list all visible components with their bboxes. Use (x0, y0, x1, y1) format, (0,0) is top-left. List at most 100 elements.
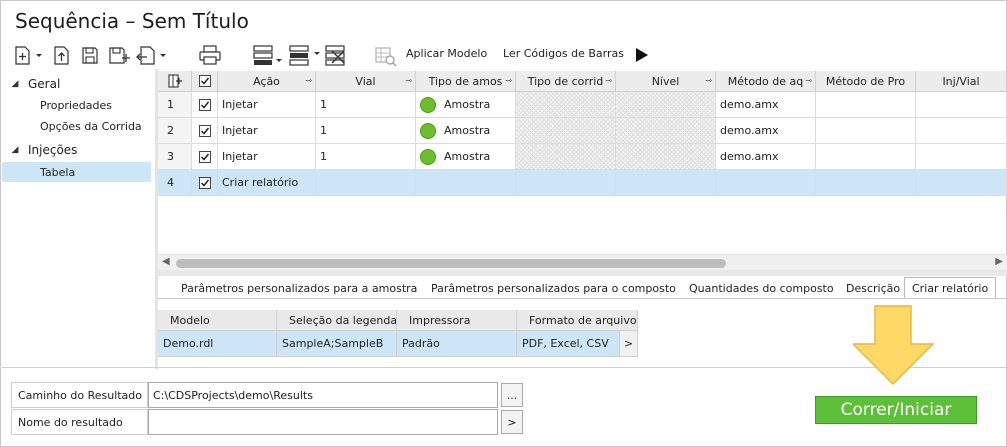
row-enabled-checkbox[interactable] (192, 144, 218, 170)
export-menu-button[interactable] (135, 43, 169, 67)
cell-processing-method[interactable] (816, 92, 916, 118)
delete-row-button[interactable] (323, 43, 349, 67)
cell-acquisition-method[interactable]: demo.amx (716, 144, 816, 170)
cell-processing-method[interactable] (816, 118, 916, 144)
tab-compound-quantities[interactable]: Quantidades do composto (689, 277, 834, 299)
pin-icon[interactable]: ⊸ (605, 76, 612, 85)
column-header-metodo-de-aquisicao[interactable]: Método de aq ⊸ (716, 71, 816, 92)
column-header-metodo-de-processamento[interactable]: Método de Pro (816, 71, 916, 92)
save-as-button[interactable] (107, 43, 131, 67)
nav-item-tabela[interactable]: Tabela (2, 162, 151, 182)
cell-acquisition-method[interactable] (716, 170, 816, 196)
column-header-formato-arquivo[interactable]: Formato de arquivo (517, 310, 638, 331)
tab-compound-custom-params[interactable]: Parâmetros personalizados para o compost… (431, 277, 676, 299)
cell-acquisition-method[interactable]: demo.amx (716, 118, 816, 144)
column-header-nivel[interactable]: Nível ⊸ (616, 71, 716, 92)
pin-icon[interactable]: ⊸ (705, 76, 712, 85)
cell-action[interactable]: Criar relatório (218, 170, 316, 196)
nav-group-geral[interactable]: ◢ Geral (2, 74, 155, 94)
scroll-left-icon[interactable]: ◀ (162, 256, 170, 267)
pin-icon[interactable]: ⊸ (405, 76, 412, 85)
tab-description[interactable]: Descrição (846, 277, 900, 299)
column-header-inj-vial[interactable]: Inj/Vial (916, 71, 1007, 92)
cell-acquisition-method[interactable]: demo.amx (716, 92, 816, 118)
cell-vial[interactable] (316, 170, 416, 196)
scroll-right-icon[interactable]: ▶ (995, 256, 1003, 267)
row-enabled-checkbox[interactable] (192, 92, 218, 118)
column-chooser-button[interactable] (158, 71, 192, 92)
open-button[interactable] (51, 43, 73, 67)
checkbox[interactable] (199, 98, 211, 111)
new-menu-button[interactable] (13, 43, 45, 67)
column-header-selecao-legenda[interactable]: Seleção da legenda (277, 310, 397, 331)
cell-file-format[interactable]: PDF, Excel, CSV (517, 331, 620, 357)
checkbox[interactable] (198, 75, 211, 87)
column-header-impressora[interactable]: Impressora (397, 310, 517, 331)
cell-inj-vial[interactable] (916, 144, 1007, 170)
tab-create-report[interactable]: Criar relatório (904, 277, 997, 299)
sample-type-label: Amostra (444, 124, 491, 137)
column-header-vial[interactable]: Vial ⊸ (316, 71, 416, 92)
checkbox[interactable] (199, 124, 211, 137)
cell-sample-type[interactable]: Amostra (416, 144, 516, 170)
cell-sample-type[interactable] (416, 170, 516, 196)
horizontal-scrollbar[interactable]: ◀ ▶ (158, 254, 1007, 270)
save-button[interactable] (79, 43, 101, 67)
column-header-tipo-de-amostra[interactable]: Tipo de amos ⊸ (416, 71, 516, 92)
checkbox[interactable] (199, 176, 211, 189)
pin-icon[interactable]: ⊸ (505, 76, 512, 85)
cell-processing-method[interactable] (816, 144, 916, 170)
result-name-input[interactable] (148, 409, 498, 435)
cell-inj-vial[interactable] (916, 170, 1007, 196)
run-play-button[interactable] (631, 43, 651, 67)
horizontal-splitter[interactable] (158, 270, 1007, 276)
apply-template-button[interactable]: Aplicar Modelo (406, 47, 487, 60)
collapse-triangle-icon[interactable]: ◢ (2, 145, 28, 155)
checkbox[interactable] (199, 150, 211, 163)
cell-inj-vial[interactable] (916, 92, 1007, 118)
cell-sample-type[interactable]: Amostra (416, 92, 516, 118)
table-row[interactable]: 2 Injetar 1 Amostra demo.amx (158, 118, 1007, 144)
nav-item-opcoes-da-corrida[interactable]: Opções da Corrida (2, 116, 151, 136)
column-header-acao[interactable]: Ação ⊸ (218, 71, 316, 92)
cell-vial[interactable]: 1 (316, 92, 416, 118)
file-format-more-button[interactable]: > (620, 331, 638, 357)
column-header-modelo[interactable]: Modelo (158, 310, 277, 331)
cell-sample-type[interactable]: Amostra (416, 118, 516, 144)
apply-template-icon-button[interactable] (371, 43, 399, 67)
row-enabled-checkbox[interactable] (192, 170, 218, 196)
run-start-button[interactable]: Correr/Iniciar (815, 396, 977, 424)
cell-inj-vial[interactable] (916, 118, 1007, 144)
result-path-input[interactable]: C:\CDSProjects\demo\Results (148, 382, 498, 408)
browse-button[interactable]: ... (501, 383, 523, 407)
cell-action[interactable]: Injetar (218, 118, 316, 144)
read-barcodes-button[interactable]: Ler Códigos de Barras (503, 47, 624, 60)
table-row-selected[interactable]: 4 Criar relatório (158, 170, 1007, 196)
cell-action[interactable]: Injetar (218, 144, 316, 170)
cell-vial[interactable]: 1 (316, 118, 416, 144)
insert-row-below-button[interactable] (287, 43, 325, 67)
nav-group-injecoes[interactable]: ◢ Injeções (2, 140, 155, 160)
table-row[interactable]: 3 Injetar 1 Amostra demo.amx (158, 144, 1007, 170)
report-table-row[interactable]: Demo.rdl SampleA;SampleB Padrão PDF, Exc… (158, 331, 638, 357)
collapse-triangle-icon[interactable]: ◢ (2, 79, 28, 89)
cell-action[interactable]: Injetar (218, 92, 316, 118)
print-button[interactable] (197, 43, 223, 67)
result-name-button[interactable]: > (501, 410, 523, 434)
cell-processing-method[interactable] (816, 170, 916, 196)
table-row[interactable]: 1 Injetar 1 Amostra demo.amx (158, 92, 1007, 118)
nav-item-propriedades[interactable]: Propriedades (2, 95, 151, 115)
insert-row-above-button[interactable] (251, 43, 287, 67)
cell-template[interactable]: Demo.rdl (158, 331, 277, 357)
cell-legend-selection[interactable]: SampleA;SampleB (277, 331, 397, 357)
cell-printer[interactable]: Padrão (397, 331, 517, 357)
tab-sample-custom-params[interactable]: Parâmetros personalizados para a amostra (181, 277, 417, 299)
pin-icon[interactable]: ⊸ (805, 76, 812, 85)
pin-icon[interactable]: ⊸ (305, 76, 312, 85)
select-all-checkbox[interactable] (192, 71, 218, 92)
row-enabled-checkbox[interactable] (192, 118, 218, 144)
scrollbar-thumb[interactable] (176, 259, 726, 268)
cell-vial[interactable]: 1 (316, 144, 416, 170)
column-header-tipo-de-corrida[interactable]: Tipo de corrid ⊸ (516, 71, 616, 92)
play-icon (636, 48, 648, 62)
